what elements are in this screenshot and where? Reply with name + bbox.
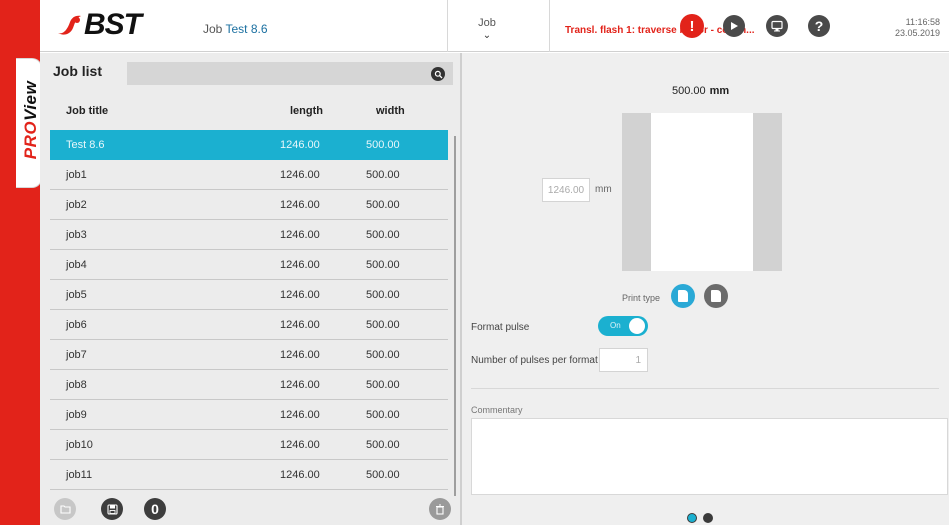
remote-screen-button[interactable] — [766, 15, 788, 37]
sheet-icon — [678, 290, 688, 302]
open-job-button[interactable] — [54, 498, 76, 520]
print-type-option-1[interactable] — [671, 284, 695, 308]
play-button[interactable] — [723, 15, 745, 37]
page-indicator-dot[interactable] — [703, 513, 713, 523]
table-row[interactable]: job8 1246.00 500.00 — [50, 370, 448, 400]
header-divider — [447, 0, 448, 52]
table-row[interactable]: job1 1246.00 500.00 — [50, 160, 448, 190]
clock: 11:16:58 23.05.2019 — [894, 17, 940, 38]
job-table: Test 8.6 1246.00 500.00 job1 1246.00 500.00 … — [50, 130, 448, 490]
column-header-width[interactable]: width — [376, 105, 405, 117]
divider — [471, 388, 939, 389]
page-indicator-dot-active[interactable] — [687, 513, 697, 523]
monitor-icon — [771, 20, 783, 32]
trash-icon — [436, 503, 444, 515]
save-job-button[interactable] — [101, 498, 123, 520]
search-icon[interactable] — [431, 67, 445, 81]
format-pulse-label: Format pulse — [471, 322, 530, 333]
bst-logo: BST — [56, 8, 142, 41]
play-icon — [731, 22, 738, 30]
print-type-label: Print type — [622, 293, 661, 303]
save-icon — [106, 503, 118, 515]
job-detail-panel: 500.00mm mm Print type Format pulse On N… — [462, 53, 949, 525]
sheet-width-label: 500.00 mm — [672, 85, 730, 97]
proview-tab[interactable]: PROView — [16, 58, 42, 188]
table-row[interactable]: job5 1246.00 500.00 — [50, 280, 448, 310]
table-row[interactable]: job3 1246.00 500.00 — [50, 220, 448, 250]
commentary-label: Commentary — [471, 405, 523, 415]
help-button[interactable]: ? — [808, 15, 830, 37]
bst-swoosh-icon — [58, 15, 81, 35]
table-row[interactable]: job11 1246.00 500.00 — [50, 460, 448, 490]
job-menu-dropdown[interactable]: Job ⌄ — [468, 17, 506, 41]
job-search-input[interactable] — [127, 62, 453, 85]
pulses-per-format-field[interactable] — [599, 348, 648, 372]
top-bar: BST Job Test 8.6 Job ⌄ Transl. flash 1: … — [40, 0, 949, 52]
table-row[interactable]: job6 1246.00 500.00 — [50, 310, 448, 340]
table-row[interactable]: Test 8.6 1246.00 500.00 — [50, 130, 448, 160]
commentary-field[interactable] — [471, 418, 948, 495]
sheet-preview — [651, 113, 753, 271]
alarm-icon[interactable]: ! — [680, 14, 704, 38]
table-row[interactable]: job10 1246.00 500.00 — [50, 430, 448, 460]
chevron-down-icon: ⌄ — [482, 30, 492, 41]
job-list-panel: Job list Job title length width Test 8.6… — [40, 53, 460, 525]
print-type-option-2[interactable] — [704, 284, 728, 308]
table-row[interactable]: job2 1246.00 500.00 — [50, 190, 448, 220]
zero-button[interactable]: 0 — [144, 498, 166, 520]
delete-job-button[interactable] — [429, 498, 451, 520]
table-row[interactable]: job9 1246.00 500.00 — [50, 400, 448, 430]
table-row[interactable]: job7 1246.00 500.00 — [50, 340, 448, 370]
job-list-scrollbar[interactable] — [454, 136, 456, 496]
job-list-title: Job list — [53, 63, 103, 79]
length-unit: mm — [595, 184, 612, 195]
folder-icon — [59, 505, 71, 514]
header-divider — [549, 0, 550, 52]
column-header-job-title[interactable]: Job title — [66, 105, 108, 117]
table-row[interactable]: job4 1246.00 500.00 — [50, 250, 448, 280]
pulses-per-format-label: Number of pulses per format — [471, 355, 598, 366]
current-job-title: Job Test 8.6 — [203, 22, 268, 36]
format-pulse-toggle[interactable]: On — [598, 316, 648, 336]
sheet-icon — [711, 290, 721, 302]
column-header-length[interactable]: length — [290, 105, 323, 117]
sheet-length-field[interactable] — [542, 178, 590, 202]
